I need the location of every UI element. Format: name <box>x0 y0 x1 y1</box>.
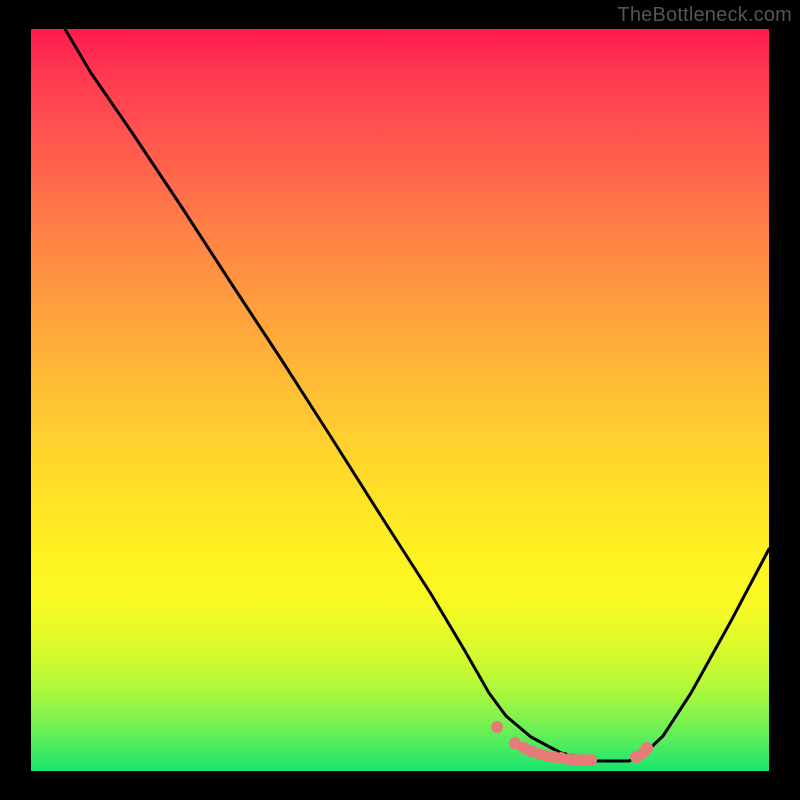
curve-line <box>65 29 769 761</box>
watermark-text: TheBottleneck.com <box>617 4 792 27</box>
chart-stage: TheBottleneck.com <box>0 0 800 800</box>
plot-svg <box>0 0 800 800</box>
marker-dots <box>491 721 653 766</box>
